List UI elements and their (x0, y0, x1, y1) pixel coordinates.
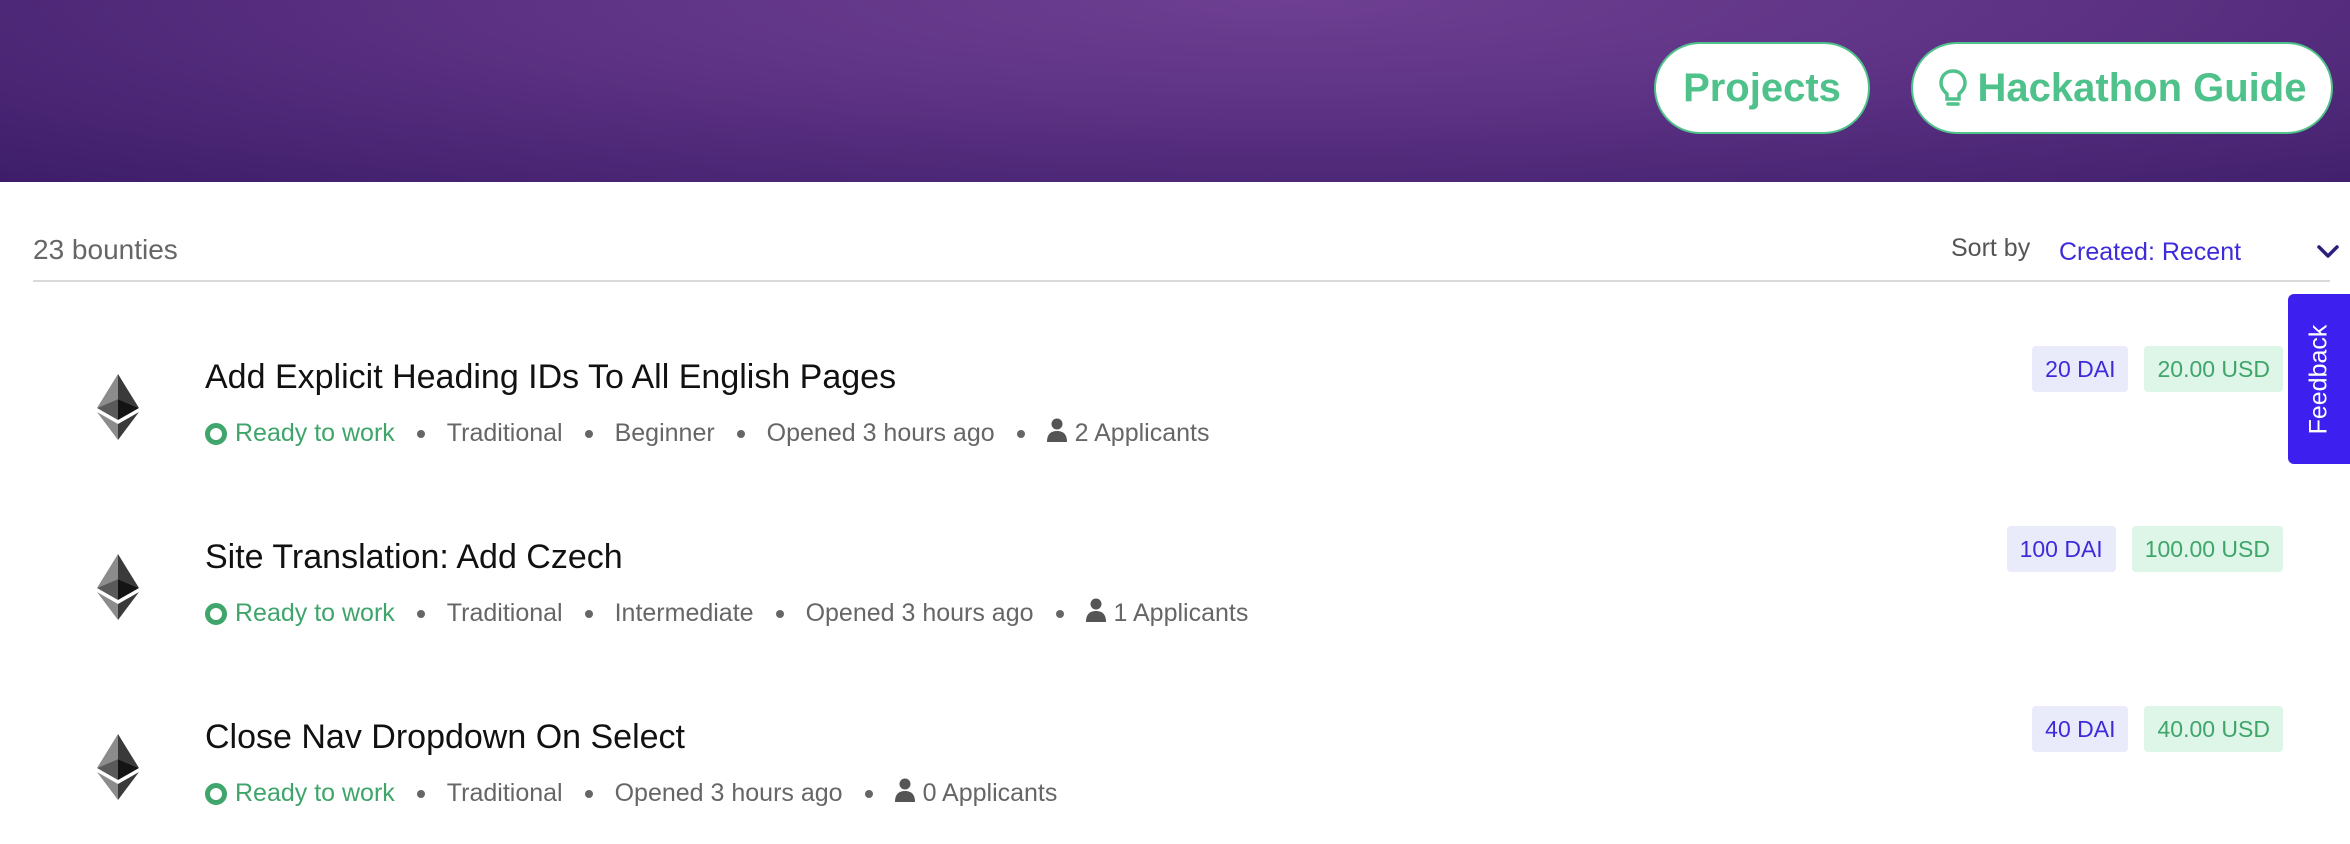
separator-dot (584, 429, 593, 438)
bounty-opened: Opened 3 hours ago (805, 599, 1034, 627)
usd-amount-badge: 40.00 USD (2144, 706, 2283, 752)
bounty-meta: Ready to work Traditional Beginner Opene… (205, 418, 1209, 449)
status-ring-icon (205, 602, 227, 625)
separator-dot (1055, 609, 1064, 618)
reward-badges: 20 DAI 20.00 USD (2032, 346, 2283, 392)
applicants-count: 0 Applicants (922, 779, 1058, 807)
separator-dot (584, 789, 593, 798)
status-indicator: Ready to work (205, 419, 395, 448)
bounty-type: Traditional (446, 419, 563, 447)
applicants: 0 Applicants (894, 778, 1058, 809)
results-toolbar: 23 bounties Sort by Created: Recent (33, 220, 2339, 282)
bounty-title[interactable]: Close Nav Dropdown On Select (205, 718, 685, 757)
projects-button[interactable]: Projects (1654, 42, 1870, 134)
status-ring-icon (205, 782, 227, 805)
status-indicator: Ready to work (205, 599, 395, 628)
ethereum-icon (91, 732, 145, 802)
status-text: Ready to work (235, 779, 395, 807)
bounty-row[interactable]: Add Explicit Heading IDs To All English … (33, 336, 2283, 496)
separator-dot (775, 609, 784, 618)
bounty-row[interactable]: Close Nav Dropdown On Select Ready to wo… (33, 696, 2283, 844)
reward-badges: 40 DAI 40.00 USD (2032, 706, 2283, 752)
chevron-down-icon (2317, 245, 2339, 259)
token-amount-badge: 100 DAI (2006, 526, 2116, 572)
separator-dot (1016, 429, 1025, 438)
ethereum-icon (91, 372, 145, 442)
person-icon (894, 778, 915, 809)
separator-dot (416, 609, 425, 618)
applicants-count: 2 Applicants (1074, 419, 1210, 447)
hackathon-guide-button[interactable]: Hackathon Guide (1911, 42, 2333, 134)
applicants: 1 Applicants (1085, 598, 1249, 629)
reward-badges: 100 DAI 100.00 USD (2006, 526, 2283, 572)
usd-amount-badge: 100.00 USD (2131, 526, 2283, 572)
applicants-count: 1 Applicants (1113, 599, 1249, 627)
bounty-type: Traditional (446, 599, 563, 627)
status-indicator: Ready to work (205, 779, 395, 808)
token-amount-badge: 40 DAI (2032, 706, 2129, 752)
projects-button-label: Projects (1683, 65, 1841, 110)
bounty-level: Intermediate (614, 599, 754, 627)
sort-select[interactable]: Created: Recent (2059, 232, 2339, 272)
bounty-opened: Opened 3 hours ago (766, 419, 995, 447)
separator-dot (416, 429, 425, 438)
sort-select-value: Created: Recent (2059, 237, 2242, 266)
status-ring-icon (205, 422, 227, 445)
bounty-count: 23 bounties (33, 234, 178, 265)
applicants: 2 Applicants (1046, 418, 1210, 449)
separator-dot (416, 789, 425, 798)
person-icon (1085, 598, 1106, 629)
header-banner: Projects Hackathon Guide (0, 0, 2350, 182)
bounty-opened: Opened 3 hours ago (614, 779, 843, 807)
status-text: Ready to work (235, 599, 395, 627)
token-amount-badge: 20 DAI (2032, 346, 2129, 392)
bounty-meta: Ready to work Traditional Intermediate O… (205, 598, 1248, 629)
bounty-title[interactable]: Add Explicit Heading IDs To All English … (205, 358, 896, 397)
bounty-type: Traditional (446, 779, 563, 807)
bounty-level: Beginner (614, 419, 715, 447)
separator-dot (736, 429, 745, 438)
sort-by-label: Sort by (1951, 234, 2031, 262)
status-text: Ready to work (235, 419, 395, 447)
person-icon (1046, 418, 1067, 449)
feedback-tab[interactable]: Feedback (2288, 294, 2350, 464)
feedback-label: Feedback (2304, 324, 2333, 434)
hackathon-guide-label: Hackathon Guide (1977, 65, 2307, 110)
separator-dot (584, 609, 593, 618)
bounty-row[interactable]: Site Translation: Add Czech Ready to wor… (33, 516, 2283, 676)
bounty-meta: Ready to work Traditional Opened 3 hours… (205, 778, 1057, 809)
usd-amount-badge: 20.00 USD (2144, 346, 2283, 392)
ethereum-icon (91, 552, 145, 622)
lightbulb-icon (1938, 68, 1968, 108)
separator-dot (864, 789, 873, 798)
bounty-title[interactable]: Site Translation: Add Czech (205, 538, 623, 577)
